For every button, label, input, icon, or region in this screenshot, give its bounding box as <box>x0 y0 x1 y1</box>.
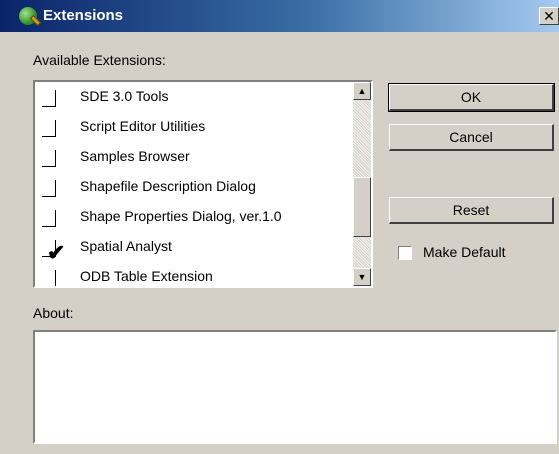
extension-checkbox[interactable]: ✔ <box>42 240 65 265</box>
list-item[interactable]: ✔ Spatial Analyst <box>35 232 353 265</box>
globe-magnifier-icon <box>19 7 37 25</box>
list-item[interactable]: Shape Properties Dialog, ver.1.0 <box>35 202 353 232</box>
ok-button[interactable]: OK <box>388 83 555 112</box>
extensions-listbox[interactable]: SDE 3.0 Tools Script Editor Utilities Sa… <box>33 80 373 288</box>
list-item[interactable]: Script Editor Utilities <box>35 112 353 142</box>
list-item[interactable]: ODB Table Extension <box>35 262 353 286</box>
list-item[interactable]: Samples Browser <box>35 142 353 172</box>
extension-label: ODB Table Extension <box>80 268 213 284</box>
scroll-up-button[interactable]: ▲ <box>353 82 371 100</box>
cancel-button[interactable]: Cancel <box>389 124 554 151</box>
extension-label: SDE 3.0 Tools <box>80 88 169 104</box>
extension-label: Script Editor Utilities <box>80 118 206 134</box>
extension-checkbox[interactable] <box>42 120 56 137</box>
title-bar[interactable]: Extensions ✕ <box>0 0 559 32</box>
scroll-thumb[interactable] <box>353 177 371 237</box>
close-button[interactable]: ✕ <box>539 7 559 25</box>
extension-label: Spatial Analyst <box>80 238 172 254</box>
extension-checkbox[interactable] <box>42 90 56 107</box>
reset-button[interactable]: Reset <box>389 197 554 224</box>
make-default-checkbox[interactable] <box>398 246 412 260</box>
close-icon: ✕ <box>543 8 555 24</box>
scroll-down-button[interactable]: ▼ <box>353 268 371 286</box>
extensions-list[interactable]: SDE 3.0 Tools Script Editor Utilities Sa… <box>35 82 353 286</box>
list-item[interactable]: Shapefile Description Dialog <box>35 172 353 202</box>
about-label: About: <box>33 305 74 321</box>
extension-label: Shape Properties Dialog, ver.1.0 <box>80 208 282 224</box>
extension-checkbox[interactable] <box>42 180 56 197</box>
extension-checkbox[interactable] <box>42 270 56 286</box>
scroll-down-icon: ▼ <box>357 272 367 282</box>
about-text-box <box>33 330 557 444</box>
available-extensions-label: Available Extensions: <box>33 52 166 68</box>
extension-label: Shapefile Description Dialog <box>80 178 256 194</box>
scroll-up-icon: ▲ <box>357 86 367 96</box>
extension-checkbox[interactable] <box>42 210 56 227</box>
extension-label: Samples Browser <box>80 148 190 164</box>
window-title: Extensions <box>43 7 124 24</box>
extension-checkbox[interactable] <box>42 150 56 167</box>
vertical-scrollbar[interactable]: ▲ ▼ <box>353 82 371 286</box>
make-default-label: Make Default <box>423 244 506 260</box>
list-item[interactable]: SDE 3.0 Tools <box>35 82 353 112</box>
